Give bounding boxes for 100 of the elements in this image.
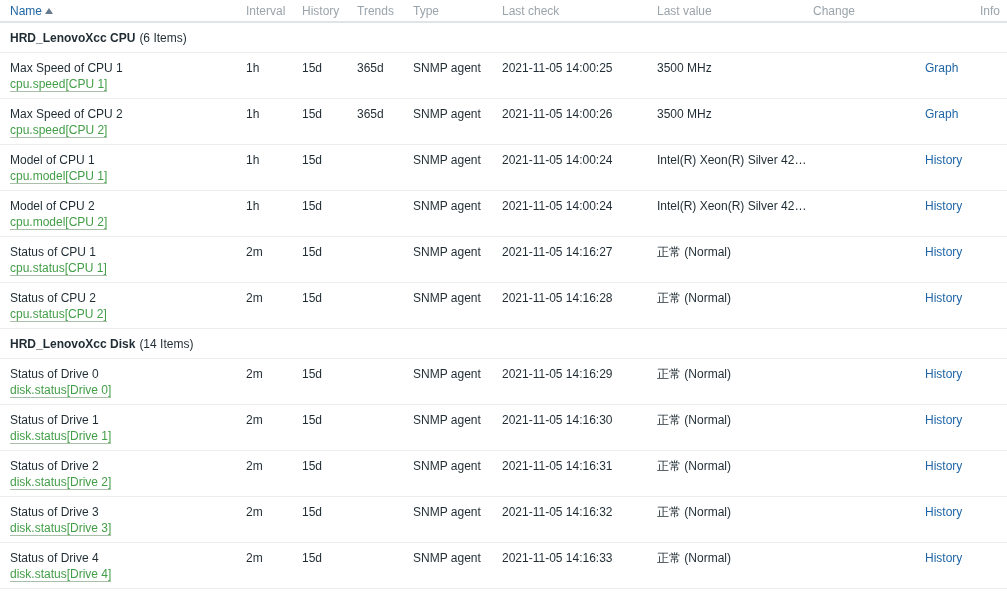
table-cell-text: 1h <box>246 153 261 167</box>
item-name: Status of CPU 1 <box>10 245 97 259</box>
table-cell-text: 正常 (Normal) <box>657 551 732 565</box>
table-cell-text: 3500 MHz <box>657 61 713 75</box>
table-cell-text: 15d <box>302 245 324 259</box>
table-cell-text: 2021-11-05 14:16:28 <box>502 291 614 305</box>
table-cell-text: 15d <box>302 153 324 167</box>
column-header: Last check <box>502 3 560 18</box>
item-name: Status of Drive 2 <box>10 459 99 473</box>
table-cell-text: 2m <box>246 413 264 427</box>
item-key: disk.status[Drive 1] <box>10 430 112 444</box>
table-cell-text: 正常 (Normal) <box>657 413 732 427</box>
table-cell-text: 1h <box>246 199 261 213</box>
item-key: disk.status[Drive 3] <box>10 522 112 536</box>
graph-link[interactable]: History <box>925 551 963 565</box>
table-cell-text: 2021-11-05 14:00:24 <box>502 153 614 167</box>
table-cell-text: Intel(R) Xeon(R) Silver 42… <box>657 153 808 167</box>
item-count: (6 Items) <box>139 30 187 45</box>
table-cell-text: 15d <box>302 505 324 519</box>
table-cell-text: 正常 (Normal) <box>657 459 732 473</box>
table-cell-text: 15d <box>302 199 324 213</box>
table-cell-text: 2021-11-05 14:16:29 <box>502 367 614 381</box>
column-header: Type <box>413 3 439 18</box>
table-cell-text: 2021-11-05 14:00:26 <box>502 107 614 121</box>
table-cell-text: 15d <box>302 61 324 75</box>
table-cell-text: 15d <box>302 551 324 565</box>
column-header: Change <box>813 3 856 18</box>
graph-link[interactable]: History <box>925 291 963 305</box>
table-cell-text: SNMP agent <box>413 61 482 75</box>
table-cell-text: 365d <box>357 107 385 121</box>
column-header: Last value <box>657 3 712 18</box>
item-key: disk.status[Drive 2] <box>10 476 112 490</box>
table-cell-text: 正常 (Normal) <box>657 245 732 259</box>
table-cell-text: SNMP agent <box>413 551 482 565</box>
table-cell-text: 正常 (Normal) <box>657 367 732 381</box>
table-cell-text: 2021-11-05 14:16:27 <box>502 245 614 259</box>
item-name: Max Speed of CPU 1 <box>10 61 123 75</box>
item-name: Status of CPU 2 <box>10 291 97 305</box>
graph-link[interactable]: Graph <box>925 107 960 121</box>
graph-link[interactable]: Graph <box>925 61 960 75</box>
table-cell-text: SNMP agent <box>413 505 482 519</box>
table-cell-text: 正常 (Normal) <box>657 505 732 519</box>
table-cell-text: 15d <box>302 107 324 121</box>
group-title: HRD_LenovoXcc CPU <box>10 30 136 45</box>
column-header: Info <box>980 3 1000 18</box>
item-key: cpu.model[CPU 2] <box>10 216 108 230</box>
graph-link[interactable]: History <box>925 459 963 473</box>
table-cell-text: SNMP agent <box>413 153 482 167</box>
table-cell-text: SNMP agent <box>413 367 482 381</box>
graph-link[interactable]: History <box>925 153 963 167</box>
item-key: cpu.model[CPU 1] <box>10 170 108 184</box>
column-header: Trends <box>357 3 394 18</box>
table-cell-text: 15d <box>302 367 324 381</box>
table-cell-text: 15d <box>302 413 324 427</box>
graph-link[interactable]: History <box>925 505 963 519</box>
table-cell-text: 2m <box>246 291 264 305</box>
table-cell-text: 2m <box>246 245 264 259</box>
item-key: cpu.speed[CPU 2] <box>10 124 108 138</box>
table-cell-text: 2021-11-05 14:00:24 <box>502 199 614 213</box>
table-cell-text: 2m <box>246 459 264 473</box>
table-cell-text: 2021-11-05 14:16:32 <box>502 505 614 519</box>
sort-ascending-icon <box>45 7 53 14</box>
item-key: cpu.status[CPU 1] <box>10 262 107 276</box>
group-title: HRD_LenovoXcc Disk <box>10 336 136 351</box>
item-name: Status of Drive 1 <box>10 413 99 427</box>
table-cell-text: SNMP agent <box>413 291 482 305</box>
item-key: cpu.speed[CPU 1] <box>10 78 108 92</box>
table-cell-text: SNMP agent <box>413 199 482 213</box>
column-header[interactable]: Name <box>10 3 53 18</box>
item-name: Status of Drive 3 <box>10 505 99 519</box>
column-header: History <box>302 3 340 18</box>
table-cell-text: 2021-11-05 14:16:31 <box>502 459 614 473</box>
column-header: Interval <box>246 3 286 18</box>
table-cell-text: 2021-11-05 14:16:33 <box>502 551 614 565</box>
item-count: (14 Items) <box>139 336 194 351</box>
item-name: Status of Drive 4 <box>10 551 99 565</box>
table-cell-text: 2021-11-05 14:00:25 <box>502 61 614 75</box>
graph-link[interactable]: History <box>925 367 963 381</box>
table-cell-text: 365d <box>357 61 385 75</box>
table-cell-text: 正常 (Normal) <box>657 291 732 305</box>
table-cell-text: Intel(R) Xeon(R) Silver 42… <box>657 199 808 213</box>
graph-link[interactable]: History <box>925 199 963 213</box>
table-cell-text: 2m <box>246 367 264 381</box>
item-name: Max Speed of CPU 2 <box>10 107 123 121</box>
item-key: cpu.status[CPU 2] <box>10 308 107 322</box>
item-name: Status of Drive 0 <box>10 367 99 381</box>
table-cell-text: 1h <box>246 61 261 75</box>
graph-link[interactable]: History <box>925 245 963 259</box>
item-name: Model of CPU 1 <box>10 153 95 167</box>
table-cell-text: 15d <box>302 459 324 473</box>
table-cell-text: 15d <box>302 291 324 305</box>
table-cell-text: SNMP agent <box>413 459 482 473</box>
table-cell-text: SNMP agent <box>413 413 482 427</box>
table-cell-text: 2021-11-05 14:16:30 <box>502 413 614 427</box>
graph-link[interactable]: History <box>925 413 963 427</box>
item-key: disk.status[Drive 0] <box>10 384 112 398</box>
table-cell-text: 3500 MHz <box>657 107 713 121</box>
table-cell-text: SNMP agent <box>413 245 482 259</box>
item-name: Model of CPU 2 <box>10 199 95 213</box>
table-cell-text: SNMP agent <box>413 107 482 121</box>
